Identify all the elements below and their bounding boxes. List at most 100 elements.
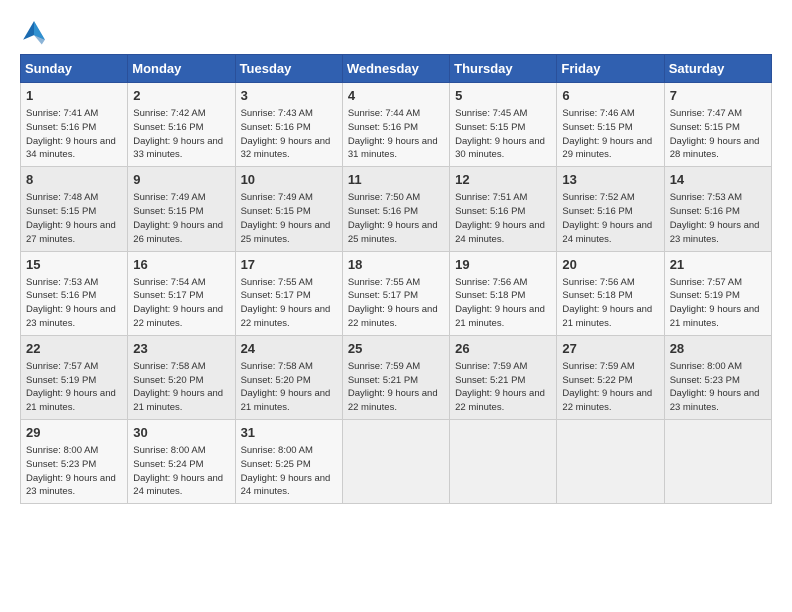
sunrise-label: Sunrise: 7:41 AM <box>26 108 98 119</box>
daylight-label: Daylight: 9 hours and 25 minutes. <box>241 220 331 245</box>
calendar-cell: 9 Sunrise: 7:49 AM Sunset: 5:15 PM Dayli… <box>128 167 235 251</box>
sunset-label: Sunset: 5:24 PM <box>133 459 203 470</box>
calendar-cell <box>664 420 771 504</box>
sunset-label: Sunset: 5:15 PM <box>26 206 96 217</box>
calendar-cell: 21 Sunrise: 7:57 AM Sunset: 5:19 PM Dayl… <box>664 251 771 335</box>
week-row-4: 22 Sunrise: 7:57 AM Sunset: 5:19 PM Dayl… <box>21 335 772 419</box>
daylight-label: Daylight: 9 hours and 21 minutes. <box>670 304 760 329</box>
daylight-label: Daylight: 9 hours and 21 minutes. <box>26 388 116 413</box>
calendar-cell: 8 Sunrise: 7:48 AM Sunset: 5:15 PM Dayli… <box>21 167 128 251</box>
sunrise-label: Sunrise: 7:48 AM <box>26 192 98 203</box>
sunrise-label: Sunrise: 7:59 AM <box>562 361 634 372</box>
day-info: Sunrise: 7:56 AM Sunset: 5:18 PM Dayligh… <box>455 276 551 331</box>
day-info: Sunrise: 7:58 AM Sunset: 5:20 PM Dayligh… <box>241 360 337 415</box>
sunrise-label: Sunrise: 7:49 AM <box>133 192 205 203</box>
daylight-label: Daylight: 9 hours and 23 minutes. <box>26 473 116 498</box>
sunset-label: Sunset: 5:16 PM <box>670 206 740 217</box>
daylight-label: Daylight: 9 hours and 25 minutes. <box>348 220 438 245</box>
day-info: Sunrise: 7:53 AM Sunset: 5:16 PM Dayligh… <box>670 191 766 246</box>
sunset-label: Sunset: 5:17 PM <box>241 290 311 301</box>
logo-icon <box>20 18 48 46</box>
sunrise-label: Sunrise: 7:58 AM <box>133 361 205 372</box>
daylight-label: Daylight: 9 hours and 31 minutes. <box>348 136 438 161</box>
day-info: Sunrise: 7:59 AM Sunset: 5:21 PM Dayligh… <box>348 360 444 415</box>
sunrise-label: Sunrise: 8:00 AM <box>670 361 742 372</box>
page: SundayMondayTuesdayWednesdayThursdayFrid… <box>0 0 792 612</box>
day-number: 8 <box>26 171 122 189</box>
day-info: Sunrise: 7:53 AM Sunset: 5:16 PM Dayligh… <box>26 276 122 331</box>
daylight-label: Daylight: 9 hours and 21 minutes. <box>133 388 223 413</box>
day-header-thursday: Thursday <box>450 55 557 83</box>
sunset-label: Sunset: 5:21 PM <box>455 375 525 386</box>
sunset-label: Sunset: 5:17 PM <box>133 290 203 301</box>
sunset-label: Sunset: 5:15 PM <box>455 122 525 133</box>
sunrise-label: Sunrise: 7:56 AM <box>455 277 527 288</box>
day-number: 27 <box>562 340 658 358</box>
day-number: 13 <box>562 171 658 189</box>
calendar-table: SundayMondayTuesdayWednesdayThursdayFrid… <box>20 54 772 504</box>
daylight-label: Daylight: 9 hours and 30 minutes. <box>455 136 545 161</box>
calendar-cell: 29 Sunrise: 8:00 AM Sunset: 5:23 PM Dayl… <box>21 420 128 504</box>
week-row-1: 1 Sunrise: 7:41 AM Sunset: 5:16 PM Dayli… <box>21 83 772 167</box>
day-info: Sunrise: 7:52 AM Sunset: 5:16 PM Dayligh… <box>562 191 658 246</box>
day-number: 25 <box>348 340 444 358</box>
daylight-label: Daylight: 9 hours and 24 minutes. <box>241 473 331 498</box>
daylight-label: Daylight: 9 hours and 24 minutes. <box>133 473 223 498</box>
sunset-label: Sunset: 5:16 PM <box>348 206 418 217</box>
sunrise-label: Sunrise: 7:44 AM <box>348 108 420 119</box>
week-row-5: 29 Sunrise: 8:00 AM Sunset: 5:23 PM Dayl… <box>21 420 772 504</box>
day-info: Sunrise: 7:49 AM Sunset: 5:15 PM Dayligh… <box>133 191 229 246</box>
sunrise-label: Sunrise: 7:59 AM <box>455 361 527 372</box>
day-number: 6 <box>562 87 658 105</box>
sunrise-label: Sunrise: 7:45 AM <box>455 108 527 119</box>
calendar-cell: 16 Sunrise: 7:54 AM Sunset: 5:17 PM Dayl… <box>128 251 235 335</box>
week-row-2: 8 Sunrise: 7:48 AM Sunset: 5:15 PM Dayli… <box>21 167 772 251</box>
calendar-cell: 12 Sunrise: 7:51 AM Sunset: 5:16 PM Dayl… <box>450 167 557 251</box>
day-header-saturday: Saturday <box>664 55 771 83</box>
calendar-cell: 15 Sunrise: 7:53 AM Sunset: 5:16 PM Dayl… <box>21 251 128 335</box>
day-number: 7 <box>670 87 766 105</box>
day-number: 26 <box>455 340 551 358</box>
sunrise-label: Sunrise: 7:57 AM <box>670 277 742 288</box>
header-row: SundayMondayTuesdayWednesdayThursdayFrid… <box>21 55 772 83</box>
calendar-cell: 26 Sunrise: 7:59 AM Sunset: 5:21 PM Dayl… <box>450 335 557 419</box>
day-number: 31 <box>241 424 337 442</box>
sunset-label: Sunset: 5:16 PM <box>26 290 96 301</box>
day-info: Sunrise: 7:57 AM Sunset: 5:19 PM Dayligh… <box>26 360 122 415</box>
sunrise-label: Sunrise: 8:00 AM <box>241 445 313 456</box>
calendar-cell <box>342 420 449 504</box>
daylight-label: Daylight: 9 hours and 29 minutes. <box>562 136 652 161</box>
day-number: 11 <box>348 171 444 189</box>
calendar-cell: 20 Sunrise: 7:56 AM Sunset: 5:18 PM Dayl… <box>557 251 664 335</box>
sunrise-label: Sunrise: 7:52 AM <box>562 192 634 203</box>
sunset-label: Sunset: 5:23 PM <box>26 459 96 470</box>
day-info: Sunrise: 8:00 AM Sunset: 5:25 PM Dayligh… <box>241 444 337 499</box>
day-number: 5 <box>455 87 551 105</box>
daylight-label: Daylight: 9 hours and 34 minutes. <box>26 136 116 161</box>
calendar-cell: 4 Sunrise: 7:44 AM Sunset: 5:16 PM Dayli… <box>342 83 449 167</box>
sunset-label: Sunset: 5:18 PM <box>562 290 632 301</box>
sunset-label: Sunset: 5:25 PM <box>241 459 311 470</box>
daylight-label: Daylight: 9 hours and 28 minutes. <box>670 136 760 161</box>
day-number: 3 <box>241 87 337 105</box>
day-info: Sunrise: 7:59 AM Sunset: 5:21 PM Dayligh… <box>455 360 551 415</box>
sunrise-label: Sunrise: 8:00 AM <box>26 445 98 456</box>
day-number: 4 <box>348 87 444 105</box>
calendar-cell: 7 Sunrise: 7:47 AM Sunset: 5:15 PM Dayli… <box>664 83 771 167</box>
day-info: Sunrise: 7:41 AM Sunset: 5:16 PM Dayligh… <box>26 107 122 162</box>
day-number: 12 <box>455 171 551 189</box>
sunrise-label: Sunrise: 7:59 AM <box>348 361 420 372</box>
daylight-label: Daylight: 9 hours and 33 minutes. <box>133 136 223 161</box>
calendar-cell: 10 Sunrise: 7:49 AM Sunset: 5:15 PM Dayl… <box>235 167 342 251</box>
calendar-cell: 24 Sunrise: 7:58 AM Sunset: 5:20 PM Dayl… <box>235 335 342 419</box>
day-header-friday: Friday <box>557 55 664 83</box>
calendar-cell: 11 Sunrise: 7:50 AM Sunset: 5:16 PM Dayl… <box>342 167 449 251</box>
day-number: 30 <box>133 424 229 442</box>
sunset-label: Sunset: 5:15 PM <box>133 206 203 217</box>
day-info: Sunrise: 7:55 AM Sunset: 5:17 PM Dayligh… <box>348 276 444 331</box>
calendar-cell: 25 Sunrise: 7:59 AM Sunset: 5:21 PM Dayl… <box>342 335 449 419</box>
logo <box>20 18 52 46</box>
sunrise-label: Sunrise: 7:54 AM <box>133 277 205 288</box>
daylight-label: Daylight: 9 hours and 22 minutes. <box>348 388 438 413</box>
sunrise-label: Sunrise: 7:50 AM <box>348 192 420 203</box>
